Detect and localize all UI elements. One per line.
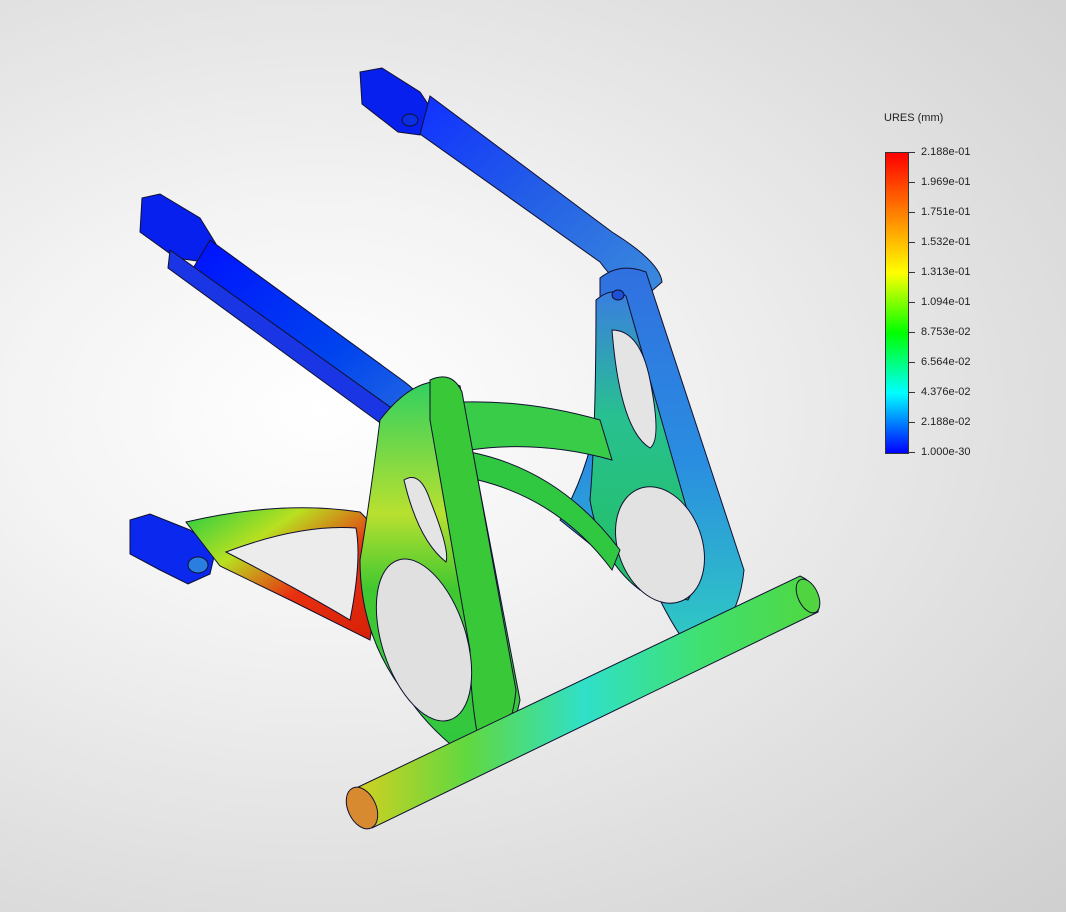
legend-label: 4.376e-02 bbox=[921, 386, 971, 398]
legend-label: 6.564e-02 bbox=[921, 356, 971, 368]
legend-tick bbox=[909, 182, 915, 183]
legend-tick bbox=[909, 392, 915, 393]
legend-tick bbox=[909, 152, 915, 153]
lower-arm bbox=[129, 507, 383, 641]
legend-label: 1.532e-01 bbox=[921, 236, 971, 248]
legend-label: 2.188e-01 bbox=[921, 146, 971, 158]
legend-label: 1.313e-01 bbox=[921, 266, 971, 278]
legend-label: 2.188e-02 bbox=[921, 416, 971, 428]
result-legend: URES (mm) 2.188e-01 1.969e-01 1.751e-01 1.5… bbox=[884, 112, 1014, 472]
legend-tick bbox=[909, 332, 915, 333]
legend-label: 8.753e-02 bbox=[921, 326, 971, 338]
legend-tick bbox=[909, 242, 915, 243]
legend-tick bbox=[909, 212, 915, 213]
legend-label: 1.000e-30 bbox=[921, 446, 971, 458]
legend-tick bbox=[909, 362, 915, 363]
legend-tick bbox=[909, 452, 915, 453]
legend-tick bbox=[909, 422, 915, 423]
upper-arm-front bbox=[139, 193, 429, 441]
legend-tick bbox=[909, 302, 915, 303]
legend-label: 1.969e-01 bbox=[921, 176, 971, 188]
legend-color-bar bbox=[885, 152, 909, 454]
upper-arm-rear bbox=[359, 67, 663, 297]
legend-label: 1.094e-01 bbox=[921, 296, 971, 308]
bracket-plate-rear bbox=[559, 267, 745, 661]
legend-tick bbox=[909, 272, 915, 273]
legend-label: 1.751e-01 bbox=[921, 206, 971, 218]
legend-title: URES (mm) bbox=[884, 112, 944, 124]
